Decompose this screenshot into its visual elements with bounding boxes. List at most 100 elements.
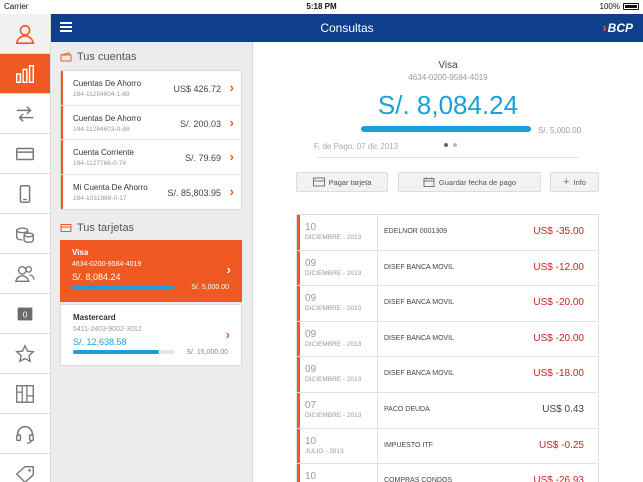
account-row[interactable]: Mi Cuenta De Ahorro 194-1031968-0-17 S/.… — [61, 174, 241, 210]
users-icon — [14, 265, 35, 282]
account-row[interactable]: Cuentas De Ahorro 194-11284604-1-89 US$ … — [61, 71, 241, 106]
transaction-amount: US$ -20.00 — [533, 297, 584, 309]
card-number: 4634-0200-9584-4019 — [72, 261, 142, 268]
card-limit: S/. 15,000.00 — [186, 349, 228, 356]
detail-limit: S/. 5,000.00 — [538, 126, 582, 135]
transaction-month: DICIEMBRE - 2013 — [305, 376, 362, 384]
rail-item-etiquetas[interactable] — [0, 454, 50, 482]
card-usage-bar — [73, 350, 175, 354]
chevron-right-icon: › — [229, 183, 234, 199]
transaction-amount: US$ 0.43 — [542, 403, 584, 415]
transaction-day: 09 — [305, 257, 317, 269]
transaction-day: 10 — [305, 471, 317, 482]
mobile-phone-icon — [19, 184, 31, 203]
rail-item-notificaciones[interactable]: 0 — [0, 294, 50, 334]
account-row[interactable]: Cuenta Corriente 194-1127766-0-74 S/. 79… — [61, 140, 241, 175]
rail-item-consultas[interactable] — [0, 54, 50, 94]
column-divider — [377, 357, 378, 392]
transaction-row[interactable]: 10JULIO - 2013COMPRAS CONDOSUS$ -26.93 — [296, 464, 599, 482]
card-name: Mastercard — [73, 313, 116, 322]
card-item-visa[interactable]: Visa 4634-0200-9584-4019 S/. 8,084.24 S/… — [60, 240, 242, 302]
transaction-amount: US$ -26.93 — [533, 475, 584, 482]
rail-item-contactos[interactable] — [0, 254, 50, 294]
card-usage-bar — [72, 285, 174, 289]
account-amount: S/. 200.03 — [179, 118, 221, 129]
account-number: 194-1031968-0-17 — [73, 194, 127, 202]
card-usage-fill — [73, 350, 159, 354]
chevron-right-icon: › — [225, 327, 230, 342]
transaction-day: 10 — [305, 222, 317, 233]
rail-item-favoritos[interactable] — [0, 334, 50, 374]
transaction-description: IMPUESTO ITF — [384, 441, 433, 449]
clock: 5:18 PM — [306, 2, 337, 11]
column-divider — [377, 286, 378, 321]
account-number: 194-1127766-0-74 — [73, 160, 127, 167]
page-dot[interactable] — [453, 143, 457, 147]
account-name: Cuentas De Ahorro — [73, 113, 142, 123]
transaction-amount: US$ -0.25 — [538, 439, 584, 451]
transaction-day: 09 — [305, 293, 317, 305]
transaction-month: DICIEMBRE - 2013 — [305, 340, 362, 348]
transaction-row[interactable]: 10 DICIEMBRE - 2013 EDELNOR 0001309 US$ -35… — [296, 215, 599, 251]
transaction-month: DICIEMBRE - 2013 — [305, 234, 362, 241]
credit-card-icon — [16, 147, 34, 160]
rail-item-profile[interactable] — [0, 14, 50, 54]
battery-status: 100% — [600, 2, 639, 11]
page-title: Consultas — [320, 21, 374, 35]
transaction-amount: US$ -18.00 — [533, 368, 584, 380]
account-number: 194-11284604-1-89 — [73, 91, 130, 98]
card-name: Visa — [72, 248, 89, 257]
side-rail: 0 — [0, 14, 51, 482]
account-amount: US$ 426.72 — [173, 84, 221, 94]
account-amount: S/. 79.69 — [184, 153, 221, 163]
credit-card-icon — [312, 177, 325, 187]
account-row[interactable]: Cuentas De Ahorro 194-11284603-0-88 S/. … — [61, 105, 241, 140]
info-button[interactable]: + Info — [550, 172, 599, 192]
transaction-row[interactable]: 09 DICIEMBRE - 2013 DISEF BANCA MOVIL US$ -… — [296, 286, 599, 322]
battery-icon — [623, 3, 639, 10]
divider — [317, 157, 579, 158]
save-payment-date-button[interactable]: Guardar fecha de pago — [398, 172, 541, 192]
chevron-right-icon: › — [229, 80, 234, 95]
transaction-description: COMPRAS CONDOS — [384, 477, 453, 482]
transaction-description: DISEF BANCA MOVIL — [384, 334, 455, 342]
page-dot-active[interactable] — [444, 143, 448, 147]
rail-item-transferencias[interactable] — [0, 94, 50, 134]
rail-item-soporte[interactable] — [0, 414, 50, 454]
card-icon — [60, 224, 72, 232]
page-indicator[interactable] — [444, 143, 457, 147]
coins-icon — [16, 226, 34, 243]
rail-item-recargas[interactable] — [0, 174, 50, 214]
transaction-row[interactable]: 09 DICIEMBRE - 2013 DISEF BANCA MOVIL US$ -… — [296, 321, 599, 358]
card-limit: S/. 5,000.00 — [191, 284, 229, 291]
account-name: Cuentas De Ahorro — [73, 79, 142, 88]
column-divider — [377, 392, 378, 428]
app-window: Carrier 5:18 PM 100% 0 Consultas › BCP T… — [0, 0, 643, 482]
transaction-row[interactable]: 07 DICIEMBRE - 2013 PACO DEUDA US$ 0.43 — [296, 392, 599, 429]
transaction-row[interactable]: 09 DICIEMBRE - 2013 DISEF BANCA MOVIL US$ -… — [296, 250, 599, 287]
detail-usage-fill — [361, 126, 531, 132]
card-item-mastercard[interactable]: Mastercard 5411-2403-9002-3012 S/. 12,63… — [60, 304, 242, 366]
chevron-right-icon: › — [226, 262, 231, 277]
pay-card-button[interactable]: Pagar tarjeta — [296, 172, 388, 192]
transaction-row[interactable]: 10 JULIO - 2013 IMPUESTO ITF US$ -0.25 — [296, 428, 599, 465]
transaction-description: PACO DEUDA — [384, 405, 430, 413]
rail-item-ahorros[interactable] — [0, 214, 50, 254]
transfer-arrows-icon — [16, 105, 34, 122]
accounts-panel: Tus cuentas Cuentas De Ahorro 194-112846… — [51, 42, 253, 482]
rail-item-mapa[interactable] — [0, 374, 50, 414]
chevron-right-icon: › — [229, 149, 234, 164]
transaction-month: DICIEMBRE - 2013 — [305, 305, 362, 313]
transaction-row[interactable]: 09 DICIEMBRE - 2013 DISEF BANCA MOVIL US$ -… — [296, 357, 599, 393]
star-icon — [15, 343, 35, 363]
account-amount: S/. 85,803.95 — [167, 187, 221, 198]
tag-icon — [15, 465, 34, 482]
rail-item-pagos[interactable] — [0, 134, 50, 174]
transactions-table: 10 DICIEMBRE - 2013 EDELNOR 0001309 US$ -35… — [296, 214, 599, 482]
account-name: Mi Cuenta De Ahorro — [73, 182, 148, 192]
transaction-day: 09 — [305, 328, 317, 340]
calendar-icon — [423, 177, 435, 187]
column-divider — [377, 321, 378, 357]
column-divider — [377, 464, 378, 482]
bcp-logo: › BCP — [602, 20, 633, 35]
